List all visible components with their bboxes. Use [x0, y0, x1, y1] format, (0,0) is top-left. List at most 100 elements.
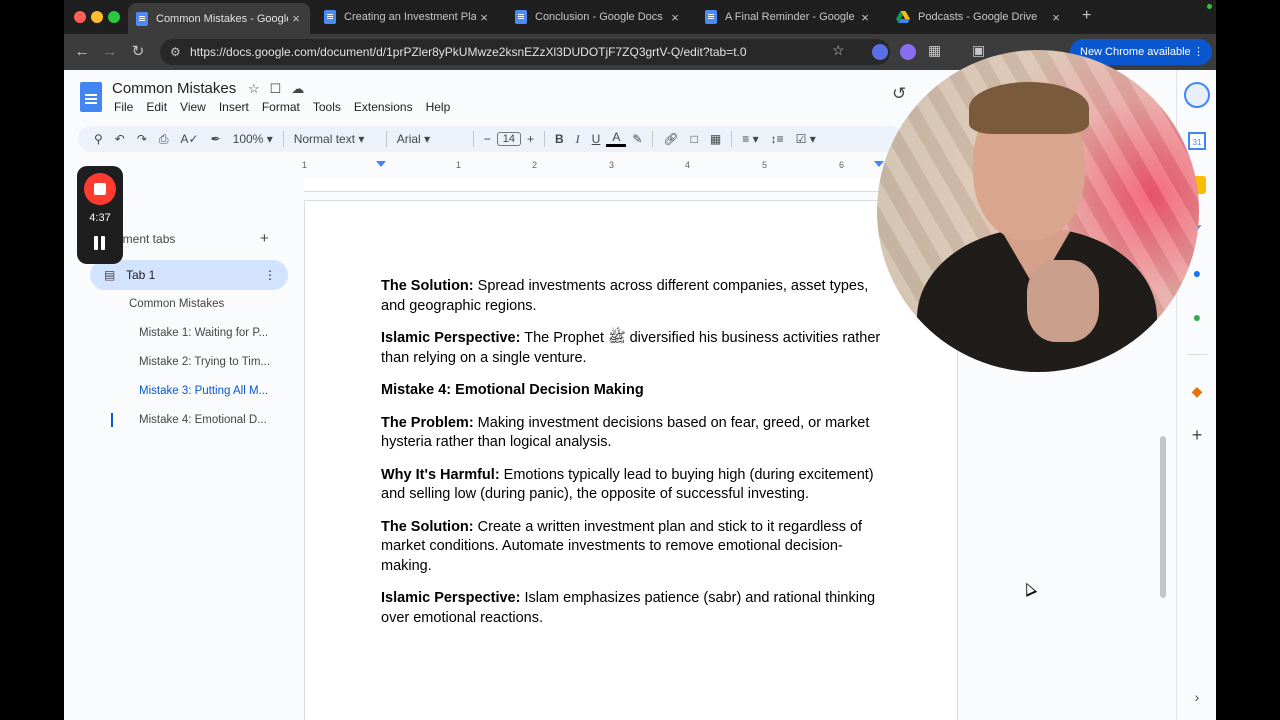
zoom-select[interactable]: 100% ▾ — [227, 132, 279, 146]
bold-icon[interactable]: B — [549, 132, 570, 146]
menu-help[interactable]: Help — [426, 100, 451, 114]
address-bar[interactable]: ⚙ https://docs.google.com/document/d/1pr… — [160, 39, 890, 65]
paragraph: The Problem: Making investment decisions… — [381, 414, 891, 453]
add-tab-icon[interactable]: + — [260, 230, 269, 247]
document-title[interactable]: Common Mistakes — [112, 80, 236, 97]
recording-timer: 4:37 — [89, 212, 111, 224]
checklist-icon[interactable]: ☑ ▾ — [790, 132, 822, 146]
tab-title: Conclusion - Google Docs — [535, 11, 663, 23]
close-tab-icon[interactable]: × — [857, 10, 873, 25]
italic-icon[interactable]: I — [570, 132, 586, 147]
menu-insert[interactable]: Insert — [219, 100, 249, 114]
document-scrollbar[interactable] — [1160, 436, 1166, 598]
paragraph: Islamic Perspective: The Prophet ﷺ diver… — [381, 329, 891, 368]
docs-favicon-icon — [705, 10, 717, 24]
bookmark-star-icon[interactable]: ☆ — [832, 42, 845, 59]
paragraph-lead: The Solution: — [381, 518, 474, 535]
paragraph-lead: The Solution: — [381, 278, 474, 294]
outline-heading-current[interactable]: Mistake 3: Putting All M... — [139, 385, 279, 397]
paragraph: The Solution: Create a written investmen… — [381, 518, 891, 577]
minimize-window-button[interactable] — [91, 11, 103, 23]
browser-tab[interactable]: Creating an Investment Plan - Goo × — [316, 4, 498, 30]
stop-recording-button[interactable] — [84, 173, 116, 205]
style-value: Normal text — [293, 132, 356, 146]
menu-format[interactable]: Format — [262, 100, 300, 114]
align-icon[interactable]: ≡ ▾ — [736, 132, 764, 146]
left-indent-marker-icon[interactable] — [376, 161, 386, 167]
title-actions: ☆☐☁ — [248, 81, 314, 97]
browser-tab[interactable]: Podcasts - Google Drive × — [888, 4, 1070, 30]
outline-heading[interactable]: Mistake 1: Waiting for P... — [139, 327, 279, 339]
paragraph-lead: Why It's Harmful: — [381, 466, 500, 483]
outline-heading[interactable]: Mistake 4: Emotional D... — [139, 414, 279, 426]
highlight-icon[interactable]: ✎ — [626, 132, 648, 146]
ruler-tick: 5 — [762, 160, 768, 170]
show-side-panel-chevron-icon[interactable]: › — [1188, 688, 1206, 706]
menu-edit[interactable]: Edit — [146, 100, 167, 114]
decrease-font-size-button[interactable]: − — [478, 132, 497, 146]
browser-tab[interactable]: Common Mistakes - Google Docs × — [128, 3, 310, 34]
increase-font-size-button[interactable]: + — [521, 132, 540, 146]
paragraph: Why It's Harmful: Emotions typically lea… — [381, 466, 891, 505]
font-select[interactable]: Arial ▾ — [391, 132, 469, 146]
reload-icon[interactable]: ↻ — [128, 42, 148, 62]
undo-icon[interactable]: ↶ — [109, 132, 131, 146]
tab-title: Creating an Investment Plan - Goo — [344, 11, 476, 23]
menu-file[interactable]: File — [114, 100, 133, 114]
close-tab-icon[interactable]: × — [667, 10, 683, 25]
tab-title: Common Mistakes - Google Docs — [156, 12, 288, 25]
underline-icon[interactable]: U — [586, 132, 607, 146]
close-tab-icon[interactable]: × — [476, 10, 492, 25]
tab-options-icon[interactable]: ⋮ — [264, 260, 276, 290]
pause-icon[interactable] — [93, 236, 107, 250]
ruler-tick: 3 — [609, 160, 615, 170]
move-folder-icon[interactable]: ☐ — [270, 81, 292, 96]
paint-format-icon[interactable]: ✒ — [205, 132, 227, 146]
document-tab-item[interactable]: ▤ Tab 1 ⋮ — [90, 260, 288, 290]
close-tab-icon[interactable]: × — [288, 11, 304, 26]
profile-dot-icon — [1207, 4, 1212, 9]
search-icon[interactable]: ⚲ — [88, 132, 109, 146]
menu-view[interactable]: View — [180, 100, 206, 114]
style-select[interactable]: Normal text ▾ — [288, 132, 382, 146]
tab-title: A Final Reminder - Google Docs — [725, 11, 857, 23]
horizontal-ruler: 1 1 2 3 4 5 6 — [302, 158, 884, 178]
section-heading: Mistake 4: Emotional Decision Making — [381, 381, 891, 401]
forward-arrow-icon[interactable]: → — [100, 42, 120, 62]
line-spacing-icon[interactable]: ↕≡ — [765, 132, 790, 146]
ruler-tick: 1 — [456, 160, 462, 170]
document-body[interactable]: The Solution: Spread investments across … — [381, 277, 891, 641]
screen-recorder-widget: 4:37 — [77, 166, 123, 264]
maximize-window-button[interactable] — [108, 11, 120, 23]
browser-tab[interactable]: A Final Reminder - Google Docs × — [697, 4, 879, 30]
redo-icon[interactable]: ↷ — [131, 132, 153, 146]
close-tab-icon[interactable]: × — [1048, 10, 1064, 25]
add-comment-icon[interactable]: □ — [685, 132, 704, 146]
outline-heading[interactable]: Mistake 2: Trying to Tim... — [139, 356, 279, 368]
docs-logo-icon[interactable] — [80, 82, 102, 112]
star-icon[interactable]: ☆ — [248, 81, 270, 96]
tab-title: Podcasts - Google Drive — [918, 11, 1038, 23]
addon-icon[interactable]: ◆ — [1188, 382, 1206, 400]
site-settings-icon[interactable]: ⚙ — [170, 39, 181, 65]
print-icon[interactable]: ⎙ — [153, 132, 175, 147]
close-window-button[interactable] — [74, 11, 86, 23]
get-addons-icon[interactable]: + — [1188, 426, 1206, 444]
browser-tab[interactable]: Conclusion - Google Docs × — [507, 4, 689, 30]
webcam-person-hand — [1027, 260, 1099, 342]
link-icon[interactable]: 🔗︎ — [657, 132, 684, 146]
text-color-icon[interactable]: A — [606, 131, 627, 147]
paragraph-lead: Islamic Perspective: — [381, 590, 521, 606]
document-page[interactable]: The Solution: Spread investments across … — [304, 200, 958, 720]
outline-heading[interactable]: Common Mistakes — [129, 298, 279, 310]
font-size-input[interactable]: 14 — [496, 132, 521, 146]
menu-tools[interactable]: Tools — [313, 100, 341, 114]
back-arrow-icon[interactable]: ← — [72, 42, 92, 62]
cloud-status-icon[interactable]: ☁ — [291, 81, 314, 96]
new-tab-button[interactable]: + — [1082, 7, 1091, 25]
insert-image-icon[interactable]: ▦ — [704, 132, 727, 146]
menu-bar: File Edit View Insert Format Tools Exten… — [114, 100, 450, 114]
browser-tab-strip: Common Mistakes - Google Docs × Creating… — [64, 0, 1216, 34]
spellcheck-icon[interactable]: A✓ — [175, 132, 205, 146]
menu-extensions[interactable]: Extensions — [354, 100, 413, 114]
